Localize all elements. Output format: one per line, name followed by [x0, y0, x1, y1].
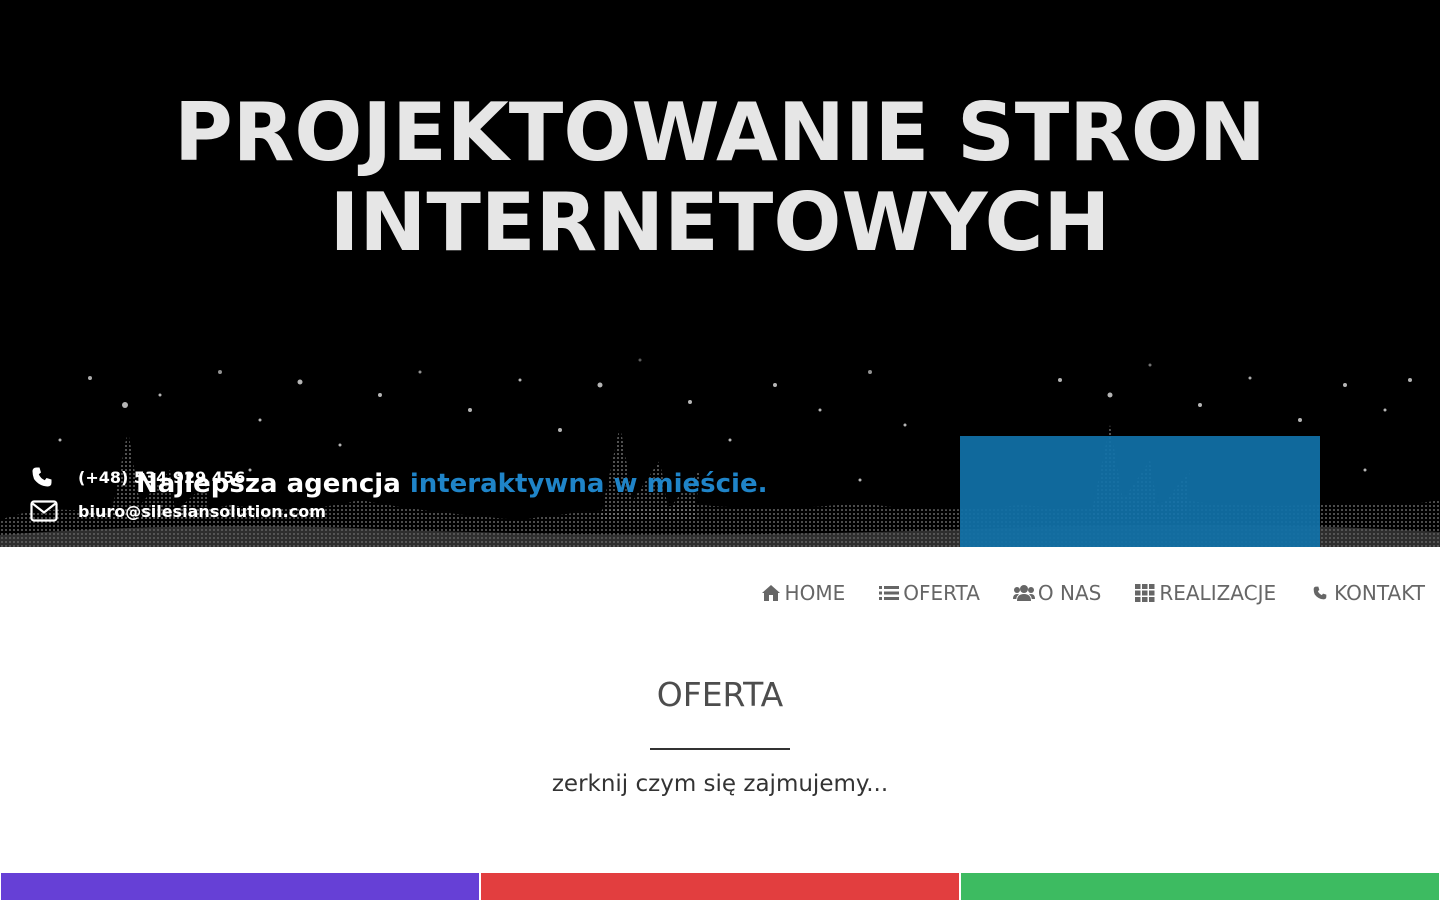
nav-item-o-nas[interactable]: O NAS [1012, 579, 1102, 607]
home-icon [760, 583, 782, 603]
section-subtitle: zerknij czym się zajmujemy... [551, 771, 889, 797]
nav-item-realizacje[interactable]: REALIZACJE [1134, 579, 1276, 607]
offer-cards-strip [0, 873, 1440, 900]
hero-title-line-1: PROJEKTOWANIE STRON [174, 86, 1266, 179]
section-title: OFERTA [656, 675, 784, 714]
nav-item-home[interactable]: HOME [760, 579, 846, 607]
email-address: biuro@silesiansolution.com [78, 501, 326, 521]
phone-icon [1309, 583, 1331, 603]
main-navigation: HOME OFERTA O NAS REALIZACJE KONTAKT [0, 547, 1440, 639]
nav-label: HOME [784, 581, 846, 605]
nav-item-oferta[interactable]: OFERTA [878, 579, 980, 607]
nav-label: KONTAKT [1334, 581, 1425, 605]
contact-box [960, 436, 1320, 547]
hero-title: PROJEKTOWANIE STRON INTERNETOWYCH [0, 88, 1440, 268]
nav-menu: HOME OFERTA O NAS REALIZACJE KONTAKT [727, 579, 1425, 607]
nav-label: OFERTA [903, 581, 980, 605]
envelope-icon [30, 498, 62, 524]
nav-label: O NAS [1037, 581, 1102, 605]
offer-card-red[interactable] [481, 873, 959, 900]
nav-label: REALIZACJE [1159, 581, 1277, 605]
nav-item-kontakt[interactable]: KONTAKT [1309, 579, 1425, 607]
phone-number: (+48) 534 929 456 [78, 467, 246, 487]
grid-icon [1134, 583, 1156, 603]
tagline-accent-text: interaktywna w mieście. [409, 469, 768, 499]
contact-phone[interactable]: (+48) 534 929 456 [30, 464, 245, 490]
contact-email[interactable]: biuro@silesiansolution.com [30, 498, 326, 524]
users-icon [1012, 583, 1035, 603]
offer-card-green[interactable] [961, 873, 1439, 900]
offer-card-purple[interactable] [1, 873, 479, 900]
title-divider [650, 748, 790, 750]
phone-icon [30, 464, 62, 490]
hero-title-line-2: INTERNETOWYCH [329, 176, 1111, 269]
list-icon [878, 583, 900, 603]
